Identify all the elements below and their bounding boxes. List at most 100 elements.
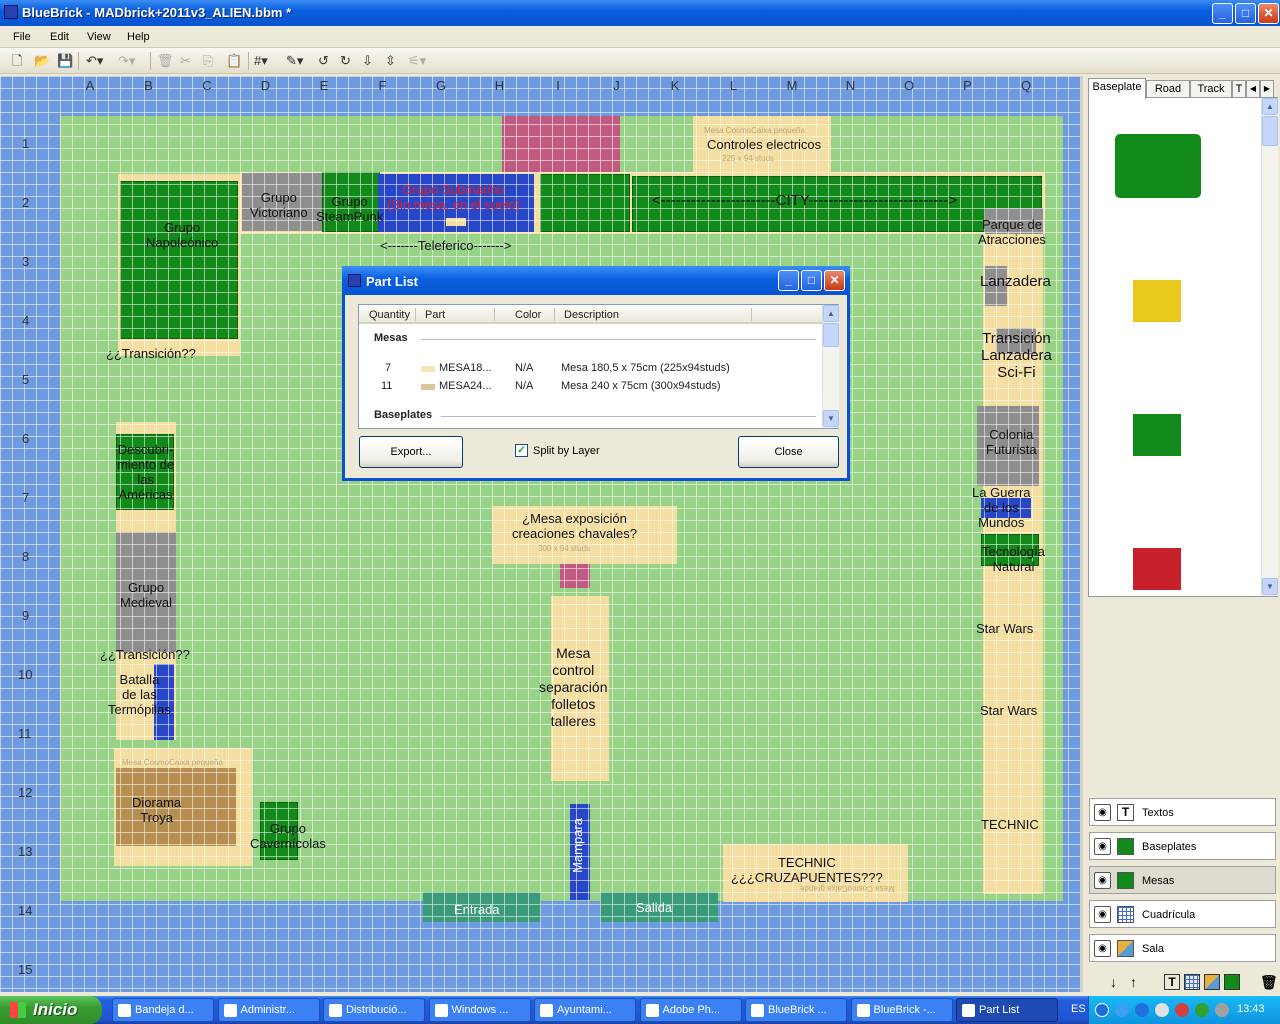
baseplate-green-small[interactable] (1133, 414, 1181, 456)
tray-expand-icon[interactable] (1095, 1003, 1109, 1017)
wand-icon[interactable]: ⚟▾ (408, 53, 426, 68)
rotate-right-icon[interactable]: ↻ (340, 53, 351, 68)
close-button[interactable]: ✕ (1258, 3, 1279, 24)
undo-icon[interactable]: ↶▾ (86, 53, 103, 68)
clock[interactable]: 13:43 (1237, 1003, 1265, 1015)
taskbar-button[interactable]: Ayuntami... (534, 998, 636, 1022)
cut-icon[interactable]: ✂ (180, 53, 191, 68)
paint-icon[interactable]: ✎▾ (286, 53, 303, 68)
eye-icon[interactable]: ◉ (1094, 872, 1111, 889)
baseplate-yellow[interactable] (1133, 280, 1181, 322)
header-description[interactable]: Description (564, 309, 619, 321)
tab-scroll-right-icon[interactable]: ▶ (1260, 80, 1274, 98)
language-indicator[interactable]: ES (1071, 1003, 1086, 1015)
layer-mesas[interactable]: ◉ Mesas (1089, 866, 1276, 894)
paste-icon[interactable]: 📋 (226, 53, 242, 68)
save-icon[interactable]: 💾 (57, 53, 73, 68)
rotate-left-icon[interactable]: ↺ (318, 53, 329, 68)
add-text-layer-icon[interactable]: T (1164, 974, 1180, 990)
snap-grid-icon[interactable]: #▾ (254, 53, 268, 68)
scroll-down-icon[interactable]: ▼ (1262, 578, 1278, 595)
bluetooth-icon[interactable] (1135, 1003, 1149, 1017)
split-by-layer-checkbox[interactable]: ✓ (515, 444, 528, 457)
layer-baseplates[interactable]: ◉ Baseplates (1089, 832, 1276, 860)
export-button[interactable]: Export... (359, 436, 463, 468)
add-area-layer-icon[interactable] (1204, 974, 1220, 990)
add-brick-layer-icon[interactable] (1224, 974, 1240, 990)
baseplate-red[interactable] (1133, 548, 1181, 590)
open-folder-icon[interactable]: 📂 (34, 53, 50, 68)
dialog-minimize-button[interactable]: _ (778, 270, 799, 291)
tab-road[interactable]: Road (1146, 80, 1190, 98)
tab-baseplate[interactable]: Baseplate (1088, 78, 1146, 99)
move-layer-down-icon[interactable]: ↓ (1110, 974, 1117, 990)
new-file-icon[interactable]: 🗋 (12, 53, 22, 68)
task-label: Windows ... (451, 1004, 509, 1016)
taskbar-button[interactable]: Adobe Ph... (639, 998, 742, 1022)
scroll-up-icon[interactable]: ▲ (823, 305, 839, 322)
tab-scroll-left-icon[interactable]: ◀ (1246, 80, 1260, 98)
taskbar-button[interactable]: Windows ... (428, 998, 531, 1022)
table-row[interactable]: 11 MESA24... N/A Mesa 240 x 75cm (300x94… (359, 380, 819, 396)
security-icon[interactable] (1175, 1003, 1189, 1017)
baseplate-green-large[interactable] (1115, 134, 1201, 198)
taskbar-button[interactable]: Part List (956, 998, 1058, 1022)
palette-scrollbar[interactable]: ▲ ▼ (1261, 98, 1278, 596)
header-part[interactable]: Part (425, 309, 445, 321)
move-layer-up-icon[interactable]: ↑ (1130, 974, 1137, 990)
send-back-icon[interactable]: ⇩ (362, 53, 373, 68)
task-app-icon (434, 1004, 448, 1017)
bring-front-icon[interactable]: ⇳ (385, 53, 396, 68)
submarino-piece[interactable] (446, 218, 466, 226)
scroll-down-icon[interactable]: ▼ (823, 410, 839, 427)
update-icon[interactable] (1195, 1003, 1209, 1017)
scroll-thumb[interactable] (1262, 116, 1278, 146)
dialog-maximize-button[interactable]: □ (801, 270, 822, 291)
tab-more[interactable]: T (1232, 80, 1246, 98)
layer-cuadricula[interactable]: ◉ Cuadrícula (1089, 900, 1276, 928)
add-grid-layer-icon[interactable] (1184, 974, 1200, 990)
taskbar-button[interactable]: Distribució... (323, 998, 425, 1022)
map-canvas[interactable]: ABCDEFGHIJKLMNOPQ 1 2 3 4 5 6 7 8 9 10 11 12 13 14 15 … (0, 76, 1083, 992)
baseplates-city-a[interactable] (540, 174, 630, 232)
window-titlebar[interactable]: BlueBrick - MADbrick+2011v3_ALIEN.bbm * … (0, 0, 1280, 26)
header-quantity[interactable]: Quantity (369, 309, 410, 321)
minimize-button[interactable]: _ (1212, 3, 1233, 24)
device-icon[interactable] (1215, 1003, 1229, 1017)
taskbar-button[interactable]: BlueBrick ... (745, 998, 847, 1022)
eye-icon[interactable]: ◉ (1094, 804, 1111, 821)
layer-textos[interactable]: ◉ T Textos (1089, 798, 1276, 826)
network-icon[interactable] (1115, 1003, 1129, 1017)
menu-view[interactable]: View (87, 31, 111, 43)
baseplates-napoleonico[interactable] (120, 181, 238, 339)
menu-file[interactable]: File (13, 31, 31, 43)
delete-layer-icon[interactable]: 🗑 (1260, 974, 1278, 991)
header-color[interactable]: Color (515, 309, 541, 321)
dialog-titlebar[interactable]: Part List _ □ ✕ (342, 266, 850, 295)
volume-icon[interactable] (1155, 1003, 1169, 1017)
menu-edit[interactable]: Edit (50, 31, 69, 43)
layer-sala[interactable]: ◉ Sala (1089, 934, 1276, 962)
tab-track[interactable]: Track (1190, 80, 1232, 98)
table-pink-top[interactable] (502, 116, 620, 174)
delete-icon[interactable]: 🗑 (157, 53, 174, 68)
pink-connector[interactable] (560, 564, 590, 588)
eye-icon[interactable]: ◉ (1094, 940, 1111, 957)
dialog-close-button[interactable]: ✕ (824, 270, 845, 291)
eye-icon[interactable]: ◉ (1094, 838, 1111, 855)
close-dialog-button[interactable]: Close (738, 436, 839, 468)
menu-help[interactable]: Help (127, 31, 150, 43)
scroll-thumb[interactable] (823, 323, 839, 347)
eye-icon[interactable]: ◉ (1094, 906, 1111, 923)
maximize-button[interactable]: □ (1235, 3, 1256, 24)
scroll-up-icon[interactable]: ▲ (1262, 98, 1278, 115)
part-list[interactable]: Quantity Part Color Description Mesas 7 … (358, 304, 839, 429)
list-scrollbar[interactable]: ▲ ▼ (822, 305, 839, 428)
copy-icon[interactable]: ⎘ (203, 53, 213, 68)
redo-icon[interactable]: ↷▾ (118, 53, 135, 68)
taskbar-button[interactable]: Administr... (217, 998, 320, 1022)
table-row[interactable]: 7 MESA18... N/A Mesa 180,5 x 75cm (225x9… (359, 362, 819, 378)
taskbar-button[interactable]: BlueBrick -... (850, 998, 953, 1022)
start-button[interactable]: Inicio (0, 996, 102, 1024)
taskbar-button[interactable]: Bandeja d... (112, 998, 214, 1022)
